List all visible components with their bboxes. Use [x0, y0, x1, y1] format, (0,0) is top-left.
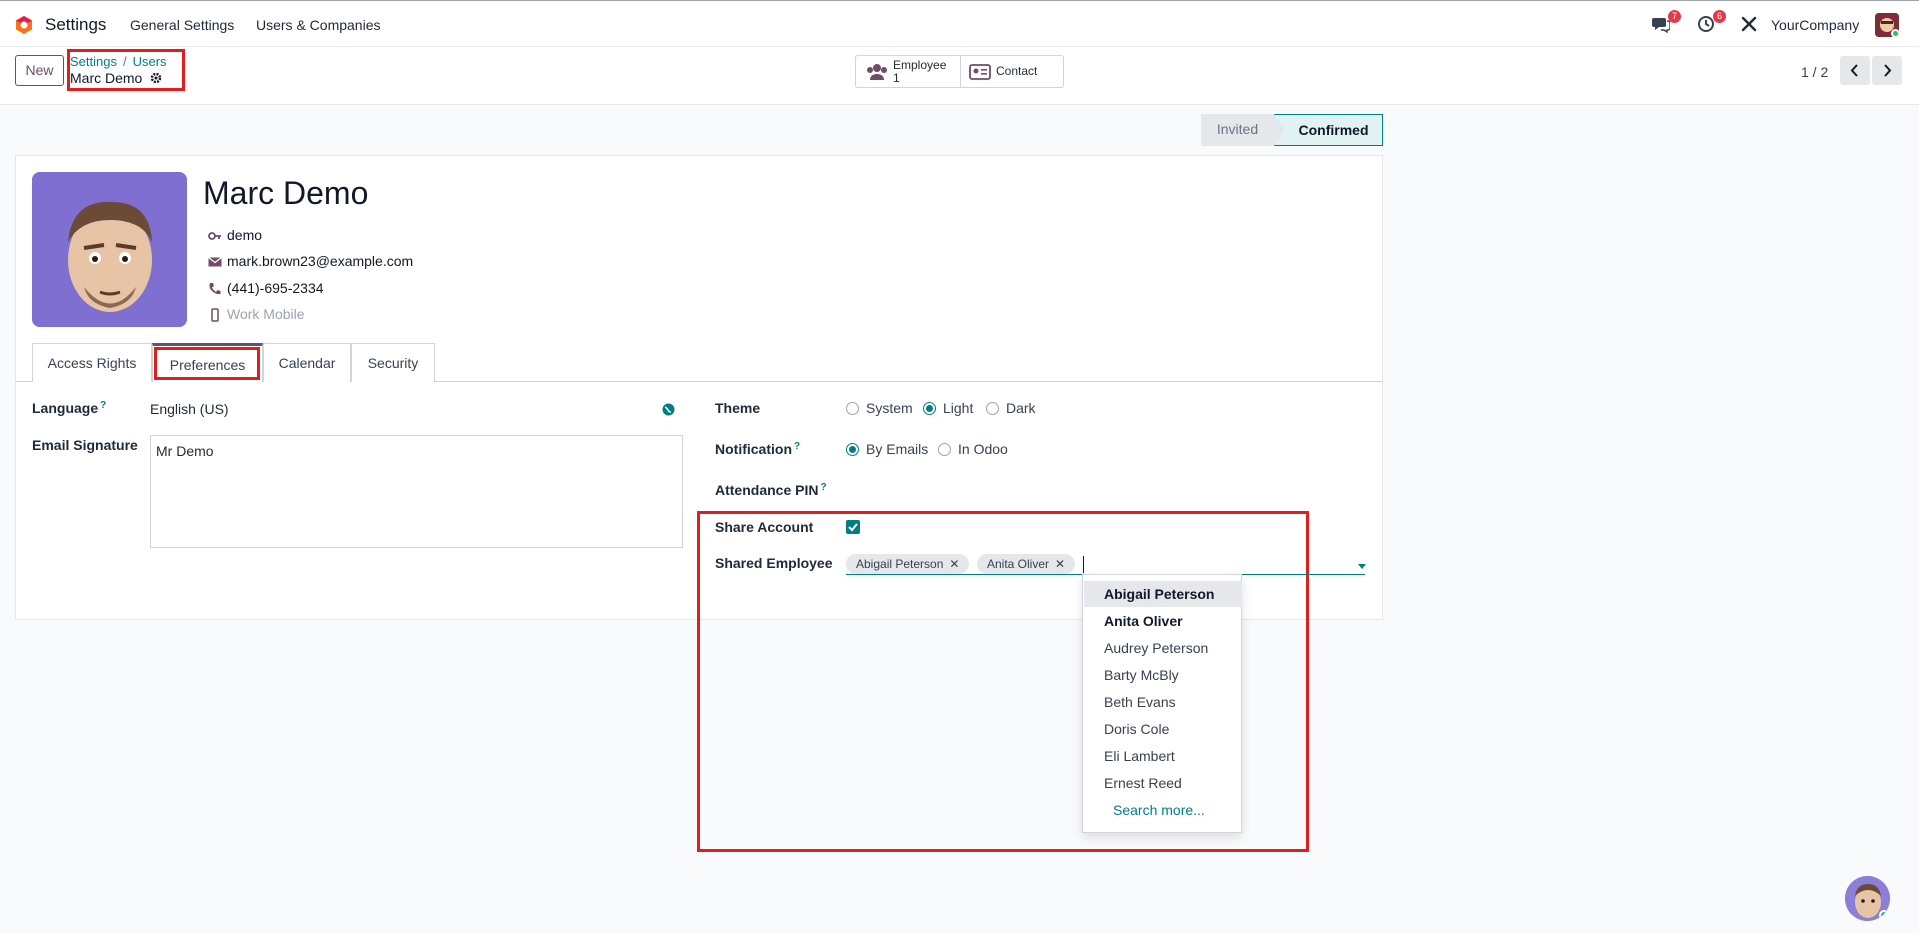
- id-card-icon: [969, 64, 991, 80]
- share-account-label: Share Account: [715, 519, 814, 535]
- online-status-dot: [1891, 29, 1899, 37]
- search-more-link[interactable]: Search more...: [1084, 797, 1242, 823]
- caret-down-icon[interactable]: [1358, 564, 1366, 569]
- dropdown-option[interactable]: Ernest Reed: [1084, 770, 1242, 796]
- dropdown-option[interactable]: Anita Oliver: [1084, 608, 1242, 634]
- tab-calendar[interactable]: Calendar: [263, 343, 351, 382]
- menu-general-settings[interactable]: General Settings: [130, 17, 234, 33]
- breadcrumb-settings[interactable]: Settings: [70, 54, 117, 69]
- chat-bot-avatar[interactable]: [1845, 876, 1890, 921]
- help-mark[interactable]: ?: [794, 441, 800, 452]
- tools-icon: [1741, 16, 1757, 32]
- theme-light-radio[interactable]: [923, 402, 936, 415]
- employee-label: Employee: [893, 58, 947, 72]
- mobile-icon: [211, 308, 219, 322]
- chevron-left-icon: [1850, 64, 1858, 77]
- remove-tag-icon[interactable]: ✕: [1055, 557, 1065, 571]
- top-navbar: Settings General Settings Users & Compan…: [0, 0, 1919, 47]
- employee-count: 1: [893, 71, 900, 85]
- pager-previous-button[interactable]: [1840, 56, 1870, 85]
- breadcrumb-current: Marc Demo: [70, 70, 162, 86]
- phone-value[interactable]: (441)-695-2334: [227, 280, 324, 296]
- tab-security[interactable]: Security: [351, 343, 435, 382]
- contact-label: Contact: [996, 64, 1038, 78]
- language-value[interactable]: English (US): [150, 401, 229, 417]
- breadcrumb-users[interactable]: Users: [133, 54, 167, 69]
- pin-label: Attendance PIN?: [715, 482, 827, 498]
- email-value[interactable]: mark.brown23@example.com: [227, 253, 413, 269]
- notification-odoo-radio[interactable]: [938, 443, 951, 456]
- dropdown-option[interactable]: Eli Lambert: [1084, 743, 1242, 769]
- signature-field[interactable]: Mr Demo: [150, 435, 683, 548]
- preferences-highlight-box: [154, 347, 260, 380]
- tag-label: Abigail Peterson: [856, 557, 944, 571]
- status-invited[interactable]: Invited: [1201, 114, 1274, 146]
- record-name: Marc Demo: [70, 70, 143, 86]
- contact-smart-button[interactable]: Contact: [962, 56, 1064, 87]
- theme-system-radio[interactable]: [846, 402, 859, 415]
- messages-button[interactable]: 7: [1652, 10, 1681, 35]
- help-mark[interactable]: ?: [100, 400, 106, 411]
- theme-system-label[interactable]: System: [866, 400, 913, 416]
- dropdown-option[interactable]: Barty McBly: [1084, 662, 1242, 688]
- company-switcher[interactable]: YourCompany: [1771, 17, 1859, 33]
- pager-next-button[interactable]: [1872, 56, 1902, 85]
- employee-smart-button[interactable]: Employee 1: [856, 56, 961, 87]
- theme-label: Theme: [715, 400, 761, 416]
- activities-badge: 6: [1712, 10, 1726, 23]
- envelope-icon: [208, 257, 222, 267]
- notification-odoo-label[interactable]: In Odoo: [958, 441, 1008, 457]
- dropdown-option[interactable]: Abigail Peterson: [1084, 581, 1242, 607]
- login-value[interactable]: demo: [227, 227, 262, 243]
- status-confirmed[interactable]: Confirmed: [1274, 114, 1383, 146]
- shared-employee-label: Shared Employee: [715, 555, 833, 571]
- chevron-right-icon: [1884, 64, 1892, 77]
- signature-label: Email Signature: [32, 437, 138, 453]
- theme-dark-radio[interactable]: [986, 402, 999, 415]
- online-status-dot: [1879, 910, 1889, 920]
- user-photo[interactable]: [32, 172, 187, 327]
- control-panel: New Settings / Users Marc Demo Employee 1 …: [0, 47, 1919, 105]
- theme-light-label[interactable]: Light: [943, 400, 973, 416]
- language-label: Language?: [32, 400, 107, 416]
- cartoon-face-icon: [32, 172, 187, 327]
- gear-icon[interactable]: [150, 72, 162, 84]
- breadcrumb: Settings / Users: [70, 54, 167, 69]
- tag-anita-oliver: Anita Oliver ✕: [977, 554, 1076, 574]
- mobile-placeholder[interactable]: Work Mobile: [227, 306, 305, 322]
- users-icon: [867, 64, 887, 80]
- theme-dark-label[interactable]: Dark: [1006, 400, 1036, 416]
- new-button[interactable]: New: [15, 55, 64, 86]
- pager-value[interactable]: 1 / 2: [1801, 64, 1828, 80]
- status-arrow: [1274, 114, 1284, 146]
- employee-autocomplete-dropdown: Abigail Peterson Anita Oliver Audrey Pet…: [1082, 574, 1242, 833]
- help-mark[interactable]: ?: [820, 482, 826, 493]
- tab-access-rights[interactable]: Access Rights: [32, 343, 152, 382]
- app-title[interactable]: Settings: [45, 15, 106, 35]
- dropdown-option[interactable]: Doris Cole: [1084, 716, 1242, 742]
- dropdown-option[interactable]: Beth Evans: [1084, 689, 1242, 715]
- tag-label: Anita Oliver: [987, 557, 1050, 571]
- notification-email-radio[interactable]: [846, 443, 859, 456]
- tag-abigail-peterson: Abigail Peterson ✕: [846, 554, 970, 574]
- user-name[interactable]: Marc Demo: [203, 175, 368, 212]
- activities-button[interactable]: 6: [1697, 10, 1726, 35]
- notification-email-label[interactable]: By Emails: [866, 441, 928, 457]
- debug-tools-button[interactable]: [1740, 15, 1760, 35]
- notification-label: Notification?: [715, 441, 801, 457]
- share-account-checkbox[interactable]: [846, 520, 860, 534]
- globe-icon[interactable]: [662, 403, 675, 416]
- remove-tag-icon[interactable]: ✕: [949, 557, 959, 571]
- phone-icon: [209, 283, 221, 295]
- dropdown-option[interactable]: Audrey Peterson: [1084, 635, 1242, 661]
- messages-badge: 7: [1667, 10, 1681, 23]
- odoo-logo-icon[interactable]: [14, 15, 34, 35]
- menu-users-companies[interactable]: Users & Companies: [256, 17, 381, 33]
- user-avatar[interactable]: [1875, 13, 1899, 37]
- smart-buttons: Employee 1 Contact: [855, 55, 1064, 88]
- check-icon: [848, 523, 858, 532]
- key-icon: [208, 232, 221, 240]
- text-cursor: [1083, 556, 1084, 573]
